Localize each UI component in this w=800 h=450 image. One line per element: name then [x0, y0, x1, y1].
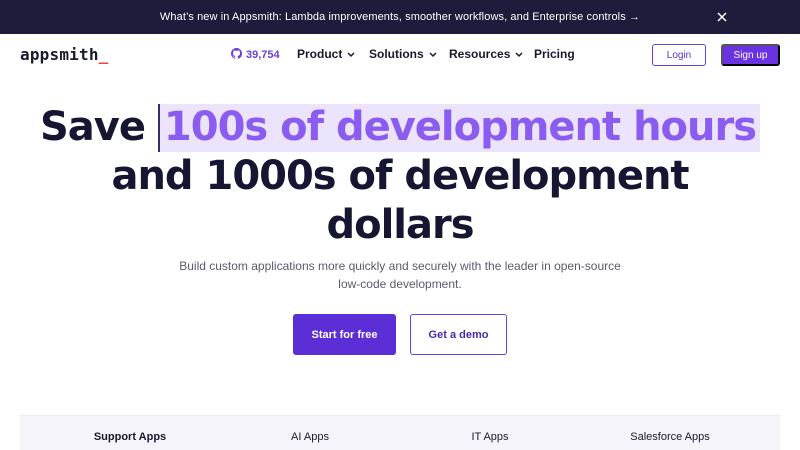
- main-nav: appsmith_ 39,754 Product Solutions Resou…: [0, 34, 800, 76]
- login-button[interactable]: Login: [652, 44, 706, 66]
- hero-subtext: Build custom applications more quickly a…: [179, 259, 621, 291]
- hero-headline-highlight: 100s of development hours: [157, 104, 761, 152]
- hero-headline-line-3: dollars: [326, 202, 474, 248]
- announcement-link[interactable]: What’s new in Appsmith: Lambda improveme…: [160, 11, 640, 23]
- nav-item-product[interactable]: Product: [297, 47, 355, 61]
- chevron-down-icon: [515, 47, 523, 61]
- nav-item-label: Pricing: [534, 47, 575, 61]
- nav-item-label: Solutions: [369, 47, 424, 61]
- logo-text: appsmith: [20, 45, 99, 64]
- chevron-down-icon: [347, 47, 355, 61]
- start-for-free-button[interactable]: Start for free: [293, 314, 396, 355]
- get-a-demo-button[interactable]: Get a demo: [410, 314, 507, 355]
- nav-item-pricing[interactable]: Pricing: [534, 47, 575, 61]
- chevron-down-icon: [429, 47, 437, 61]
- app-type-tabs: Support Apps AI Apps IT Apps Salesforce …: [20, 415, 780, 450]
- signup-button[interactable]: Sign up: [721, 44, 780, 66]
- logo[interactable]: appsmith_: [20, 45, 109, 64]
- github-stars-link[interactable]: 39,754: [231, 48, 280, 62]
- nav-item-resources[interactable]: Resources: [449, 47, 523, 61]
- logo-cursor: _: [98, 45, 109, 64]
- github-star-count: 39,754: [246, 49, 280, 61]
- github-icon: [231, 48, 243, 62]
- announcement-banner: What’s new in Appsmith: Lambda improveme…: [0, 0, 800, 34]
- nav-item-label: Resources: [449, 47, 511, 61]
- nav-item-solutions[interactable]: Solutions: [369, 47, 437, 61]
- close-icon[interactable]: [714, 9, 730, 25]
- hero-headline-line-1: Save 100s of development hours: [0, 104, 800, 152]
- hero-headline-line-2: and 1000s of development: [111, 153, 689, 199]
- nav-item-label: Product: [297, 47, 343, 61]
- tab-salesforce-apps[interactable]: Salesforce Apps: [630, 431, 710, 443]
- tab-it-apps[interactable]: IT Apps: [471, 431, 508, 443]
- tab-ai-apps[interactable]: AI Apps: [291, 431, 329, 443]
- hero-headline-prefix: Save: [39, 104, 146, 150]
- tab-support-apps[interactable]: Support Apps: [94, 431, 166, 443]
